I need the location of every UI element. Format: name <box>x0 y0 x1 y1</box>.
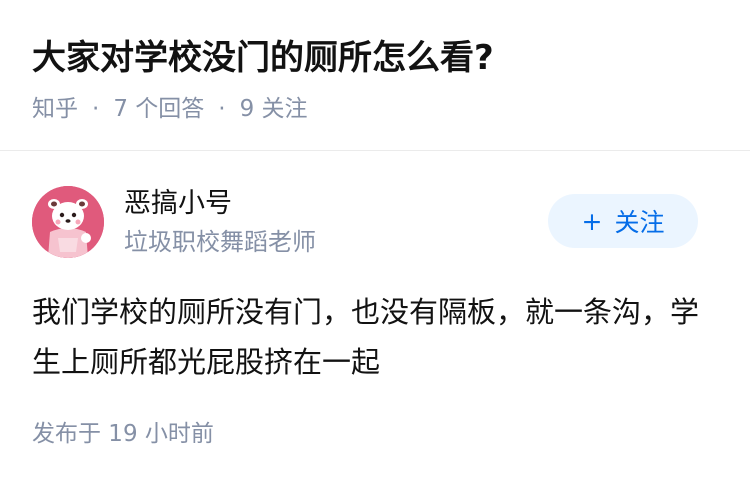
answer-count[interactable]: 7 个回答 <box>113 93 204 125</box>
question-meta: 知乎 · 7 个回答 · 9 关注 <box>32 93 718 125</box>
author-bio: 垃圾职校舞蹈老师 <box>124 228 316 256</box>
avatar[interactable] <box>32 186 104 258</box>
author-name[interactable]: 恶搞小号 <box>124 185 316 223</box>
question-title[interactable]: 大家对学校没门的厕所怎么看? <box>32 34 718 82</box>
source-label[interactable]: 知乎 <box>32 93 78 125</box>
plus-icon: + <box>581 206 603 236</box>
author-info: 恶搞小号 垃圾职校舞蹈老师 <box>124 185 316 259</box>
answer-content[interactable]: 我们学校的厕所没有门，也没有隔板，就一条沟，学生上厕所都光屁股挤在一起 <box>32 287 722 387</box>
author-row: 恶搞小号 垃圾职校舞蹈老师 + 关注 <box>32 151 718 271</box>
question-header: 大家对学校没门的厕所怎么看? 知乎 · 7 个回答 · 9 关注 <box>0 0 750 150</box>
answer-card: 恶搞小号 垃圾职校舞蹈老师 + 关注 我们学校的厕所没有门，也没有隔板，就一条沟… <box>0 151 750 486</box>
follow-button[interactable]: + 关注 <box>548 194 698 248</box>
cartoon-avatar-icon <box>32 186 104 258</box>
publish-time: 发布于 19 小时前 <box>32 421 214 447</box>
meta-separator: · <box>218 96 226 122</box>
follow-button-label: 关注 <box>614 208 665 237</box>
meta-separator: · <box>92 96 100 122</box>
follower-count[interactable]: 9 关注 <box>240 93 308 125</box>
